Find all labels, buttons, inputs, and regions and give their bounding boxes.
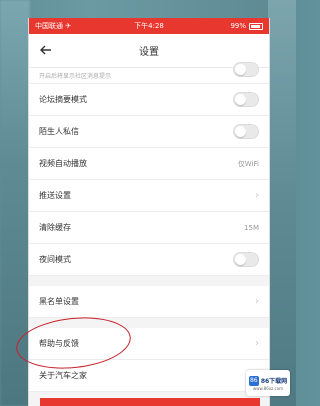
about-label: 关于汽车之家 [39,371,87,380]
blacklist-label: 黑名单设置 [39,297,79,306]
watermark-logo-icon: 86 [248,375,259,386]
chevron-right-icon: › [255,338,259,349]
background-right [268,0,296,406]
video-autoplay-value: 仅WiFi [237,159,259,168]
settings-row-video-autoplay[interactable]: 视频自动播放 仅WiFi [29,148,269,180]
settings-row-push[interactable]: 推送设置 › [29,180,269,212]
back-arrow-icon[interactable] [39,43,55,59]
bottom-red-bar [40,398,260,406]
night-mode-label: 夜间模式 [39,255,71,264]
settings-row-forum-summary: 论坛摘要模式 [29,84,269,116]
settings-row-blacklist[interactable]: 黑名单设置 › [29,286,269,318]
section-gap [29,276,269,286]
partial-label: 开启后将显示社区消息提示 [39,73,112,80]
push-settings-label: 推送设置 [39,191,71,200]
nav-bar: 设置 [29,34,269,68]
clear-cache-label: 清除缓存 [39,223,71,232]
cache-size-value: 15M [244,223,259,232]
watermark-url: www.86xz.com [252,385,284,391]
night-mode-toggle[interactable] [233,252,259,267]
battery-percent: 99% [230,22,246,30]
settings-row-clear-cache[interactable]: 清除缓存 15M [29,212,269,244]
watermark-badge: 86 86下载网 www.86xz.com [246,370,290,396]
status-bar: 中国联通 ✈ 下午4:28 99% [29,18,269,34]
page-title: 设置 [139,47,159,58]
forum-summary-label: 论坛摘要模式 [39,95,87,104]
stranger-dm-label: 陌生人私信 [39,127,79,136]
partial-toggle[interactable] [233,62,259,77]
carrier-label: 中国联通 ✈ [35,22,72,30]
clock: 下午4:28 [134,22,164,30]
status-icons: 99% [230,22,263,30]
settings-row-stranger-dm: 陌生人私信 [29,116,269,148]
settings-row-night-mode: 夜间模式 [29,244,269,276]
settings-row-partial: 开启后将显示社区消息提示 [29,62,269,84]
chevron-right-icon: › [255,190,259,201]
watermark-brand: 86下载网 [260,378,288,385]
forum-summary-toggle[interactable] [233,92,259,107]
video-autoplay-label: 视频自动播放 [39,159,87,168]
watermark-top: 86 86下载网 [248,375,288,386]
stranger-dm-toggle[interactable] [233,124,259,139]
chevron-right-icon: › [255,296,259,307]
battery-icon [249,22,263,30]
